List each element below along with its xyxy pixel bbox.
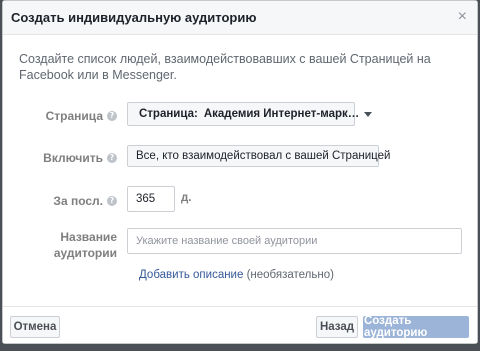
days-input[interactable] — [127, 186, 175, 212]
page-label-row: Страница ? — [46, 109, 117, 123]
include-selector[interactable]: Все, кто взаимодействовал с вашей Страни… — [127, 145, 390, 167]
include-label: Включить — [43, 151, 103, 165]
help-icon[interactable]: ? — [107, 196, 117, 206]
dialog-title: Создать индивидуальную аудиторию — [11, 10, 257, 25]
close-icon[interactable]: × — [458, 8, 467, 26]
audience-name-input[interactable] — [127, 228, 462, 254]
page-dropdown[interactable]: Страница: Академия Интернет-марк… — [127, 102, 373, 126]
add-description-link[interactable]: Добавить описание — [139, 269, 243, 281]
help-icon[interactable]: ? — [107, 111, 117, 121]
create-audience-button[interactable]: Создать аудиторию — [363, 315, 469, 339]
audience-name-label: Название аудитории — [53, 230, 117, 260]
dialog-header: Создать индивидуальную аудиторию × — [3, 1, 477, 35]
caret-down-icon — [364, 111, 373, 117]
help-icon[interactable]: ? — [107, 153, 117, 163]
back-button[interactable]: Назад — [316, 316, 358, 338]
days-label-row: За посл. ? — [53, 194, 117, 208]
optional-note: (необязательно) — [243, 269, 334, 281]
page-dropdown-prefix: Страница: — [139, 108, 198, 120]
days-unit: д. — [181, 192, 192, 204]
cancel-button[interactable]: Отмена — [10, 316, 60, 338]
dialog-footer: Отмена Назад Создать аудиторию — [3, 306, 477, 343]
add-description-row: Добавить описание (необязательно) — [139, 269, 334, 281]
include-label-row: Включить ? — [43, 151, 117, 165]
intro-text: Создайте список людей, взаимодействовавш… — [19, 52, 431, 82]
page-label: Страница — [45, 109, 103, 123]
create-custom-audience-dialog: Создать индивидуальную аудиторию × Созда… — [2, 0, 478, 344]
page-dropdown-value: Академия Интернет-марк… — [203, 108, 360, 120]
days-label: За посл. — [53, 194, 103, 208]
